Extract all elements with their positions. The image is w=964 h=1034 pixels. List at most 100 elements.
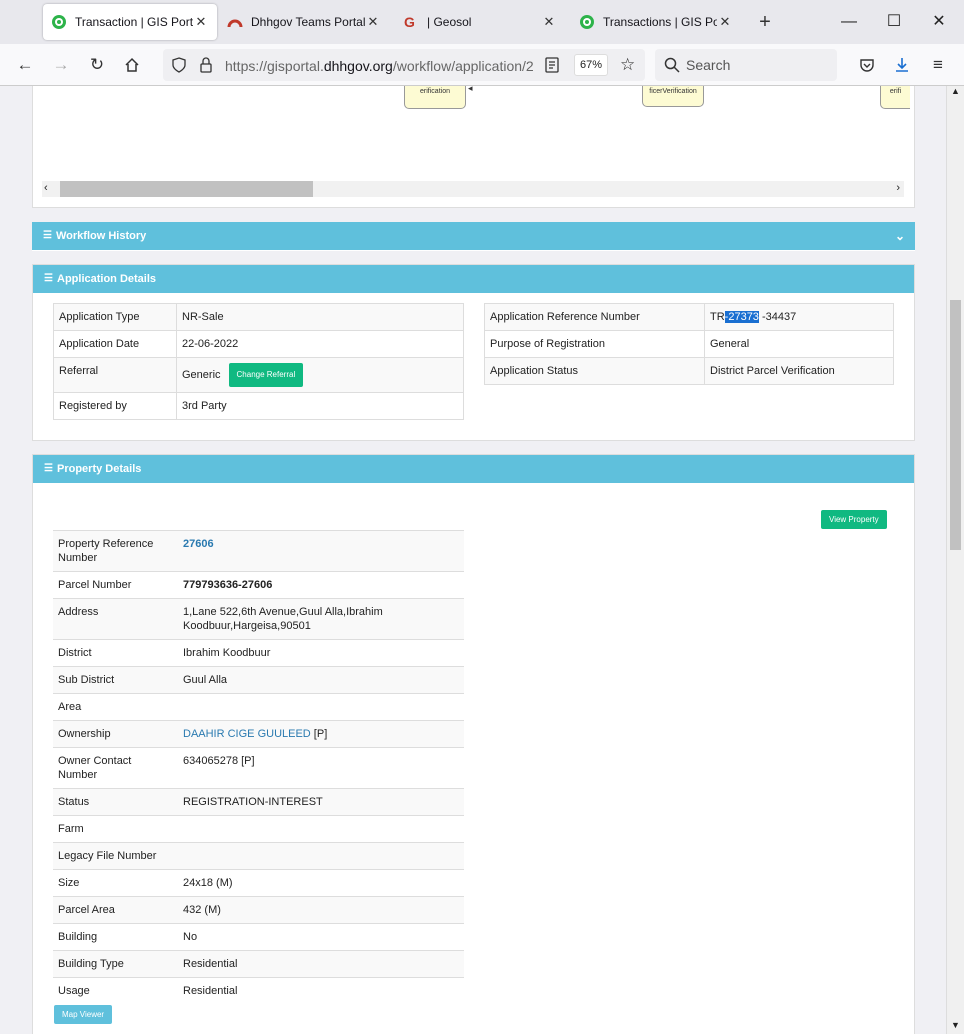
row-label: Legacy File Number [53,842,178,870]
shield-icon[interactable] [171,57,187,76]
scroll-up-icon[interactable]: ▲ [951,86,960,96]
row-label: District [53,639,178,667]
table-row: Application Status District Parcel Verif… [484,357,894,385]
workflow-node[interactable]: ficerVerification [642,86,704,107]
navigation-toolbar: ← → ↻ https://gisportal.dhhgov.org/workf… [0,44,964,86]
usage-value: Residential [178,977,464,1004]
table-row: Address 1,Lane 522,6th Avenue,Guul Alla,… [53,598,464,640]
menu-icon[interactable]: ≡ [924,52,952,78]
chevron-down-icon[interactable]: ⌄ [895,222,905,250]
forward-icon[interactable]: → [47,52,75,78]
change-referral-button[interactable]: Change Referral [228,363,304,387]
legacy-file-value [178,842,464,870]
referral-cell: Generic Change Referral [176,357,464,393]
owner-type: [P] [310,728,328,740]
reload-icon[interactable]: ↻ [83,52,111,78]
row-label: Ownership [53,720,178,748]
close-tab-icon[interactable]: ✕ [193,14,209,30]
close-tab-icon[interactable]: ✕ [541,14,557,30]
purpose-value: General [704,330,894,358]
row-label: Status [53,788,178,816]
close-tab-icon[interactable]: ✕ [717,14,733,30]
teams-portal-favicon-icon [227,14,243,30]
reference-highlighted: -27373 [724,311,759,323]
row-label: Property Reference Number [53,530,178,572]
table-row: Registered by 3rd Party [53,392,464,420]
status-value: REGISTRATION-INTEREST [178,788,464,816]
table-row: Area [53,693,464,721]
horizontal-scrollbar[interactable]: ‹ › [42,181,904,197]
tab-transactions[interactable]: Transactions | GIS Portal ✕ [571,4,741,40]
workflow-node[interactable]: erification [404,86,466,109]
map-viewer-button[interactable]: Map Viewer [54,1005,113,1024]
application-details-left-table: Application Type NR-Sale Application Dat… [53,303,464,420]
pocket-icon[interactable] [853,52,881,78]
building-type-value: Residential [178,950,464,978]
property-details-table: Property Reference Number 27606 Parcel N… [53,530,464,1004]
table-row: Size 24x18 (M) [53,869,464,897]
panel-title: Property Details [57,463,142,475]
row-label: Size [53,869,178,897]
new-tab-icon[interactable]: + [752,8,778,36]
table-row: Ownership DAAHIR CIGE GUULEED [P] [53,720,464,748]
property-reference-link[interactable]: 27606 [178,530,464,572]
table-row: Parcel Number 779793636-27606 [53,571,464,599]
scroll-down-icon[interactable]: ▼ [951,1020,960,1030]
table-row: Building Type Residential [53,950,464,978]
row-label: Usage [53,977,178,1004]
row-label: Parcel Area [53,896,178,924]
view-property-button[interactable]: View Property [821,510,887,529]
address-bar[interactable]: https://gisportal.dhhgov.org/workflow/ap… [163,49,645,81]
close-window-icon[interactable]: ✕ [924,8,954,36]
row-label: Area [53,693,178,721]
reader-view-icon[interactable] [545,57,559,76]
row-label: Owner Contact Number [53,747,178,789]
application-details-header: ☰ Application Details [33,265,914,293]
vertical-scrollbar[interactable]: ▲ ▼ [946,86,964,1034]
table-row: Legacy File Number [53,842,464,870]
registered-by-value: 3rd Party [176,392,464,420]
lock-icon[interactable] [199,57,213,76]
tab-strip: Transaction | GIS Portal ✕ Dhhgov Teams … [0,0,964,44]
parcel-number-value: 779793636-27606 [178,571,464,599]
tab-label: | Geosol [427,15,472,29]
tab-teams-portal[interactable]: Dhhgov Teams Portal ✕ [219,4,389,40]
owner-link[interactable]: DAAHIR CIGE GUULEED [183,728,311,740]
close-tab-icon[interactable]: ✕ [365,14,381,30]
scrollbar-thumb[interactable] [950,300,961,550]
table-row: Application Reference Number TR-27373 -3… [484,303,894,331]
row-label: Referral [53,357,177,393]
tab-geosol[interactable]: G | Geosol ✕ [395,4,565,40]
row-label: Application Type [53,303,177,331]
downloads-icon[interactable] [888,52,916,78]
bookmark-star-icon[interactable]: ☆ [620,55,635,75]
search-placeholder: Search [686,57,731,73]
tab-transaction[interactable]: Transaction | GIS Portal ✕ [43,4,217,40]
minimize-icon[interactable]: — [834,8,864,36]
home-icon[interactable] [118,52,146,78]
table-row: Usage Residential [53,977,464,1004]
back-icon[interactable]: ← [11,52,39,78]
table-row: Application Date 22-06-2022 [53,330,464,358]
url-text[interactable]: https://gisportal.dhhgov.org/workflow/ap… [225,58,535,74]
address-value: 1,Lane 522,6th Avenue,Guul Alla,Ibrahim … [178,598,464,640]
workflow-node[interactable]: erifi [880,86,910,109]
gis-portal-favicon-icon [579,14,595,30]
referral-value: Generic [182,368,221,381]
workflow-diagram-panel: erification ◂ ficerVerification erifi ‹ … [32,86,915,208]
panel-title: Workflow History [56,230,147,242]
workflow-history-header[interactable]: ☰ Workflow History ⌄ [32,222,915,250]
table-row: Property Reference Number 27606 [53,530,464,572]
search-field[interactable]: Search [655,49,837,81]
district-value: Ibrahim Koodbuur [178,639,464,667]
application-reference-value: TR-27373 -34437 [704,303,894,331]
reference-suffix: -34437 [758,311,797,323]
row-label: Registered by [53,392,177,420]
size-value: 24x18 (M) [178,869,464,897]
maximize-icon[interactable]: ☐ [879,8,909,36]
scrollbar-thumb[interactable] [60,181,313,197]
row-label: Application Reference Number [484,303,705,331]
scroll-left-icon[interactable]: ‹ [44,182,48,194]
scroll-right-icon[interactable]: › [896,182,900,194]
zoom-level[interactable]: 67% [574,54,608,76]
